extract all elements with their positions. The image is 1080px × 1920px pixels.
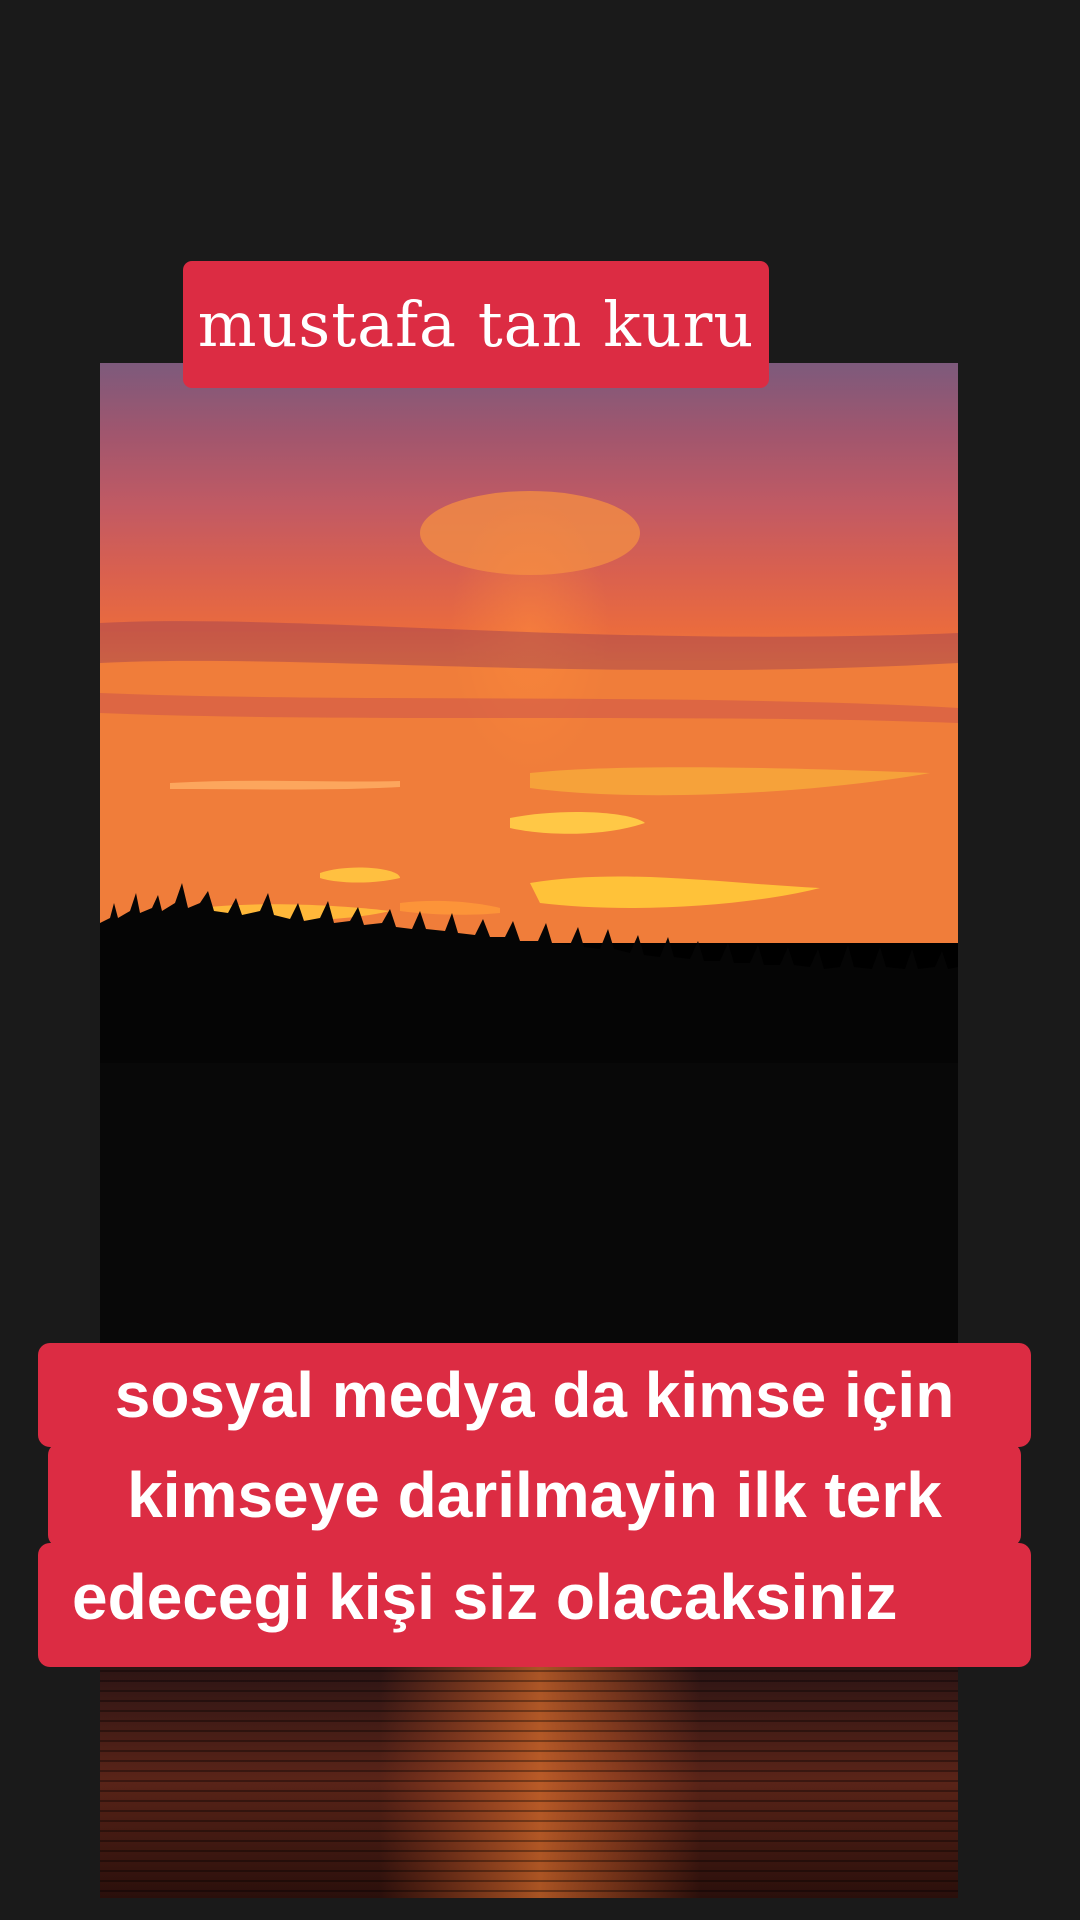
sunset-photo xyxy=(100,363,958,1898)
caption-line-2: kimseye darilmayin ilk terk xyxy=(48,1443,1021,1547)
caption-line-3: edecegi kişi siz olacaksiniz xyxy=(38,1543,1031,1667)
video-frame: mustafa tan kuru sosyal medya da kimse i… xyxy=(0,0,1080,1920)
creator-name-caption: mustafa tan kuru xyxy=(183,261,769,388)
caption-line-1: sosyal medya da kimse için xyxy=(38,1343,1031,1447)
